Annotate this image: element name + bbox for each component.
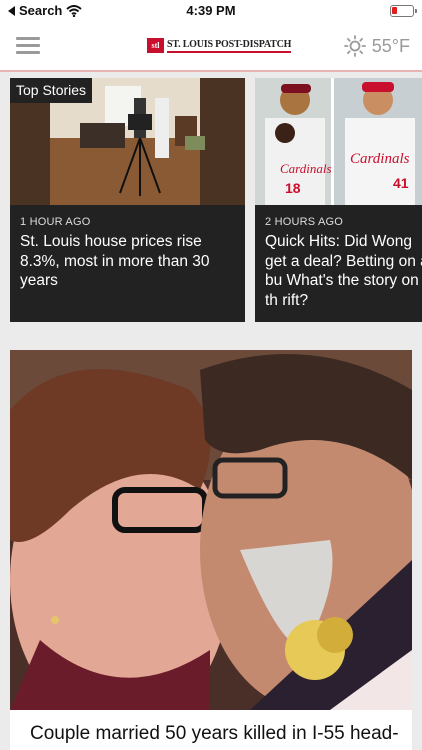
clock: 4:39 PM <box>186 3 236 18</box>
story-image-cardinals-players: Cardinals 18 Cardinals 41 <box>255 78 422 205</box>
site-logo[interactable]: stl ST. LOUIS POST-DISPATCH <box>147 38 291 53</box>
temperature: 55°F <box>371 35 410 56</box>
menu-icon[interactable] <box>16 37 40 54</box>
story-timestamp: 2 HOURS AGO <box>265 216 343 228</box>
sun-icon <box>343 35 366 57</box>
story-card[interactable]: 1 HOUR AGO St. Louis house prices rise 8… <box>10 78 245 322</box>
featured-image-couple <box>10 350 412 710</box>
logo-wordmark: ST. LOUIS POST-DISPATCH <box>167 39 291 53</box>
story-headline: Quick Hits: Did Wong get a deal? Betting… <box>265 233 422 309</box>
svg-text:Cardinals: Cardinals <box>350 151 410 167</box>
story-timestamp: 1 HOUR AGO <box>20 216 91 228</box>
battery-icon <box>390 5 417 17</box>
story-card[interactable]: Cardinals 18 Cardinals 41 2 HOURS AGO Qu… <box>255 78 422 322</box>
svg-text:41: 41 <box>393 175 409 191</box>
svg-text:Cardinals: Cardinals <box>280 161 332 176</box>
svg-text:18: 18 <box>285 180 301 196</box>
story-headline: St. Louis house prices rise 8.3%, most i… <box>20 233 210 289</box>
featured-headline: Couple married 50 years killed in I-55 h… <box>30 723 399 750</box>
app-screen: Search 4:39 PM stl ST. LOUIS POST-DISPAT… <box>0 0 422 750</box>
app-header: stl ST. LOUIS POST-DISPATCH 55°F <box>0 22 422 72</box>
section-label-top-stories: Top Stories <box>10 78 93 103</box>
featured-article-card[interactable]: Couple married 50 years killed in I-55 h… <box>10 350 412 750</box>
status-bar: Search 4:39 PM <box>0 0 422 22</box>
weather-widget[interactable]: 55°F <box>343 35 410 57</box>
logo-mark: stl <box>147 38 164 53</box>
